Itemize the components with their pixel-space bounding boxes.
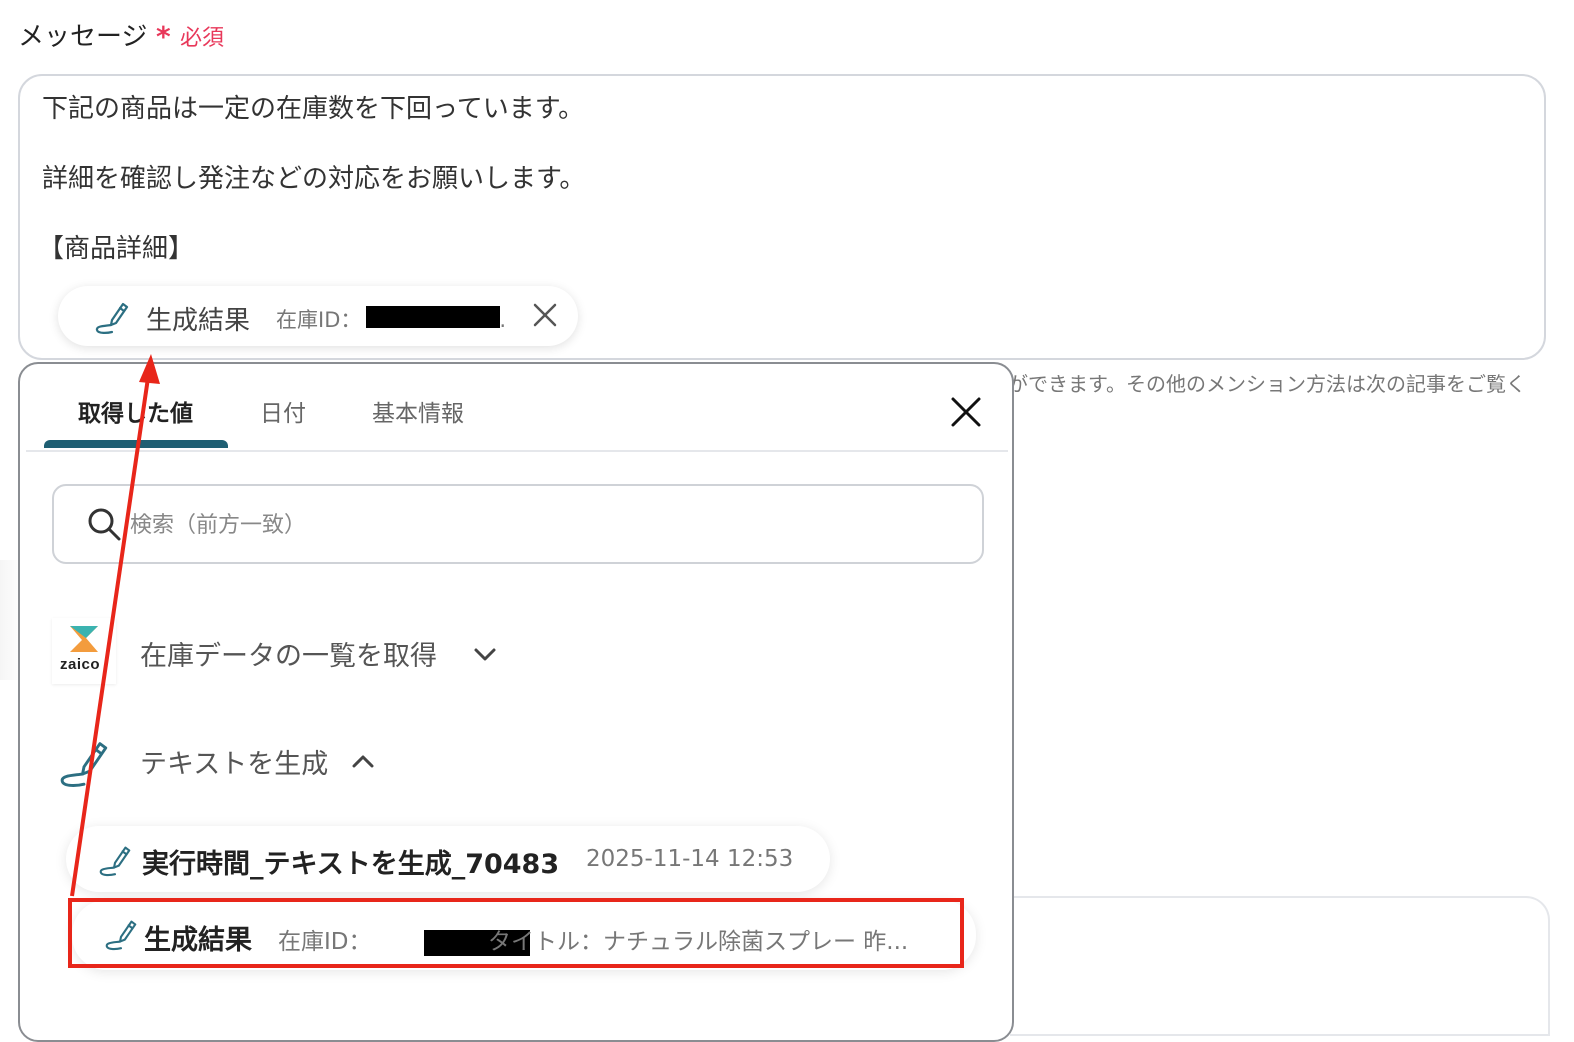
hint-text: ができます。その他のメンション方法は次の記事をご覧く — [1008, 372, 1526, 396]
chevron-down-icon[interactable] — [472, 644, 498, 668]
list-item-execution-time[interactable]: 実行時間_テキストを生成_70483 2025-11-14 12:53 — [66, 826, 830, 892]
pen-icon — [92, 296, 132, 340]
tab-acquired-values[interactable]: 取得した値 — [78, 394, 193, 428]
message-line-2: 詳細を確認し発注などの対応をお願いします。 — [42, 164, 586, 194]
active-tab-indicator — [44, 440, 228, 448]
item-name: 実行時間_テキストを生成_70483 — [142, 849, 560, 880]
tab-divider — [26, 450, 1008, 452]
message-line-3: 【商品詳細】 — [38, 234, 195, 264]
background-field — [1010, 896, 1550, 1036]
required-asterisk: * — [156, 20, 171, 53]
tab-basic-info[interactable]: 基本情報 — [372, 394, 464, 428]
close-icon[interactable] — [950, 396, 982, 432]
variable-chip[interactable]: 生成結果 在庫ID：. — [58, 286, 578, 346]
redaction-bar — [366, 306, 500, 328]
message-textarea[interactable]: 下記の商品は一定の在庫数を下回っています。 詳細を確認し発注などの対応をお願いし… — [18, 74, 1546, 360]
item-value: 2025-11-14 12:53 — [586, 846, 794, 872]
highlight-box — [68, 898, 964, 968]
search-field[interactable] — [52, 484, 984, 564]
pen-icon — [54, 732, 114, 794]
zaico-logo-text: zaico — [60, 656, 101, 673]
zaico-logo: zaico — [52, 618, 116, 684]
pen-icon — [96, 840, 134, 882]
search-input[interactable] — [128, 506, 952, 544]
section-title-inventory[interactable]: 在庫データの一覧を取得 — [140, 634, 437, 673]
message-line-1: 下記の商品は一定の在庫数を下回っています。 — [42, 94, 585, 124]
close-icon[interactable] — [532, 302, 558, 332]
search-icon — [86, 506, 122, 546]
required-label: 必須 — [180, 26, 225, 51]
chevron-up-icon[interactable] — [350, 752, 376, 776]
field-label: メッセージ — [18, 22, 148, 52]
tab-date[interactable]: 日付 — [260, 394, 306, 428]
chip-name: 生成結果 — [146, 306, 251, 336]
section-title-text-generation[interactable]: テキストを生成 — [140, 742, 328, 781]
